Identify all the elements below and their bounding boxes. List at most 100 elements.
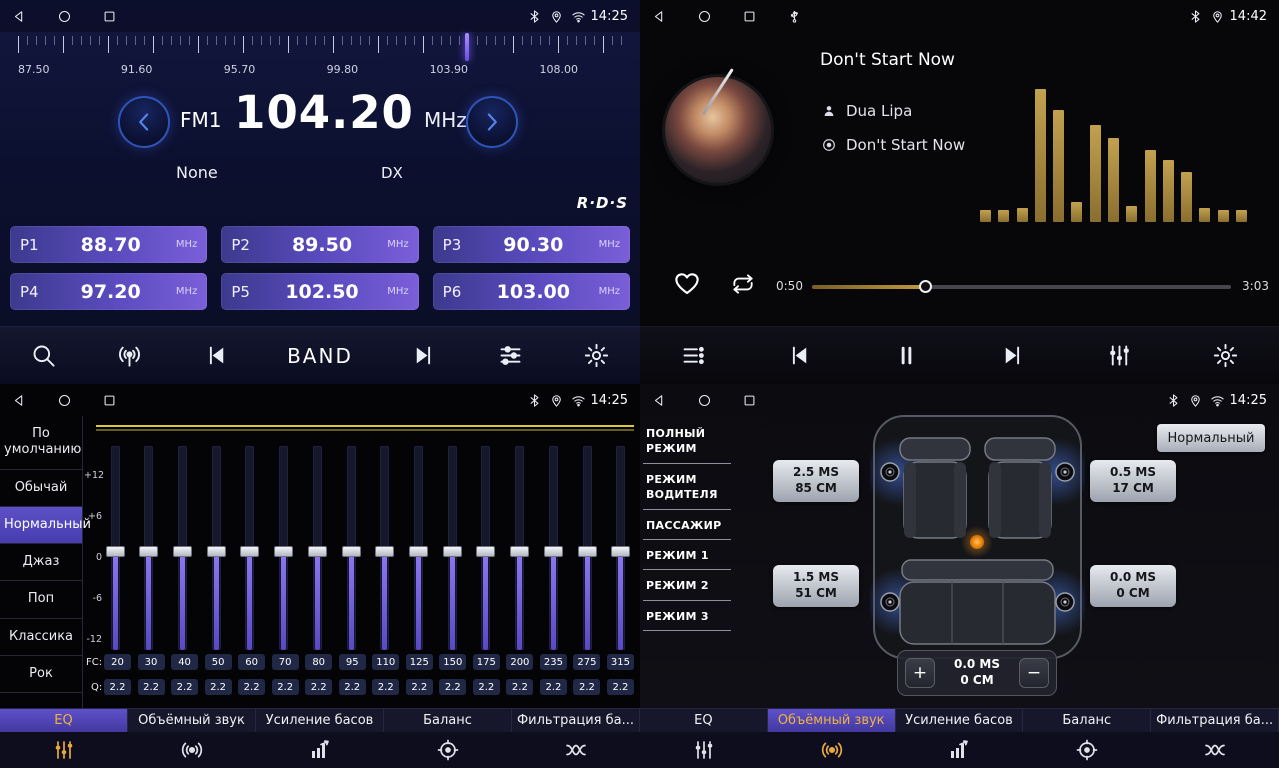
eq-band-slider[interactable] <box>443 446 461 650</box>
rear-left-delay-button[interactable]: 1.5 MS 51 CM <box>773 565 859 607</box>
eq-band-slider[interactable] <box>173 446 191 650</box>
circle-icon[interactable] <box>697 9 712 24</box>
slider-thumb[interactable] <box>240 546 259 557</box>
eq-band-slider[interactable] <box>241 446 259 650</box>
surround-preset-button[interactable]: Нормальный <box>1157 424 1265 452</box>
eq-band-slider[interactable] <box>275 446 293 650</box>
front-left-delay-button[interactable]: 2.5 MS 85 CM <box>773 460 859 502</box>
filter-icon[interactable] <box>1151 738 1279 762</box>
slider-thumb[interactable] <box>443 546 462 557</box>
tab-surround-sound[interactable]: Объёмный звук <box>128 709 256 732</box>
eq-preset-item[interactable]: Рок <box>0 656 82 693</box>
tab-eq[interactable]: EQ <box>0 709 128 732</box>
slider-thumb[interactable] <box>106 546 125 557</box>
slider-thumb[interactable] <box>173 546 192 557</box>
surround-mode-item[interactable]: РЕЖИМ 1 <box>643 540 731 570</box>
circle-icon[interactable] <box>697 393 712 408</box>
eq-band-slider[interactable] <box>308 446 326 650</box>
eq-preset-item[interactable]: Поп <box>0 581 82 618</box>
back-icon[interactable] <box>652 9 667 24</box>
progress-bar[interactable] <box>812 285 1231 289</box>
frequency-indicator[interactable] <box>465 33 469 61</box>
eq-band-slider[interactable] <box>409 446 427 650</box>
speaker-rear-right[interactable] <box>1056 593 1074 611</box>
broadcast-icon[interactable] <box>114 340 146 372</box>
speaker-icon[interactable] <box>768 738 896 762</box>
slider-thumb[interactable] <box>207 546 226 557</box>
square-icon[interactable] <box>102 9 117 24</box>
eq-band-slider[interactable] <box>612 446 630 650</box>
back-icon[interactable] <box>12 9 27 24</box>
slider-thumb[interactable] <box>308 546 327 557</box>
toolbar-band-button[interactable]: BAND <box>287 340 353 372</box>
slider-thumb[interactable] <box>476 546 495 557</box>
tune-up-button[interactable] <box>466 96 518 148</box>
listening-position-marker[interactable] <box>970 535 984 549</box>
circle-icon[interactable] <box>57 9 72 24</box>
circle-icon[interactable] <box>57 393 72 408</box>
eq-band-slider[interactable] <box>140 446 158 650</box>
radio-preset-button[interactable]: P5102.50MHz <box>221 273 418 310</box>
surround-mode-item[interactable]: ПОЛНЫЙ РЕЖИМ <box>643 418 731 464</box>
frequency-scale[interactable] <box>18 36 622 60</box>
eq-band-slider[interactable] <box>376 446 394 650</box>
eq-preset-item[interactable]: Классика <box>0 619 82 656</box>
tab-crossover-filter[interactable]: Фильтрация ба... <box>512 709 640 732</box>
tab-balance[interactable]: Баланс <box>384 709 512 732</box>
slider-thumb[interactable] <box>342 546 361 557</box>
next-icon[interactable] <box>407 340 439 372</box>
surround-mode-item[interactable]: РЕЖИМ 2 <box>643 570 731 600</box>
slider-thumb[interactable] <box>274 546 293 557</box>
bass-icon[interactable] <box>256 738 384 762</box>
radio-preset-button[interactable]: P188.70MHz <box>10 226 207 263</box>
slider-thumb[interactable] <box>375 546 394 557</box>
album-art[interactable] <box>665 77 771 183</box>
eq-preset-item[interactable]: Обычай <box>0 470 82 507</box>
eq-band-slider[interactable] <box>511 446 529 650</box>
eq-band-slider[interactable] <box>106 446 124 650</box>
tune-down-button[interactable] <box>118 96 170 148</box>
speaker-front-right[interactable] <box>1056 463 1074 481</box>
speaker-icon[interactable] <box>128 738 256 762</box>
eqv-icon[interactable] <box>0 738 128 762</box>
speaker-front-left[interactable] <box>881 463 899 481</box>
eq-preset-item[interactable]: По умолчанию <box>0 416 82 470</box>
prev-icon[interactable] <box>200 340 232 372</box>
decrease-delay-button[interactable]: − <box>1019 658 1049 688</box>
slider-thumb[interactable] <box>578 546 597 557</box>
square-icon[interactable] <box>102 393 117 408</box>
increase-delay-button[interactable]: + <box>905 658 935 688</box>
progress-thumb[interactable] <box>919 280 932 293</box>
search-icon[interactable] <box>27 340 59 372</box>
surround-mode-item[interactable]: РЕЖИМ ВОДИТЕЛЯ <box>643 464 731 510</box>
balance-icon[interactable] <box>1023 738 1151 762</box>
balance-icon[interactable] <box>384 738 512 762</box>
eq-preset-item[interactable]: Нормальный <box>0 507 82 544</box>
slider-thumb[interactable] <box>409 546 428 557</box>
prev-icon[interactable] <box>784 340 816 372</box>
back-icon[interactable] <box>652 393 667 408</box>
slider-thumb[interactable] <box>510 546 529 557</box>
front-right-delay-button[interactable]: 0.5 MS 17 CM <box>1090 460 1176 502</box>
mixer-icon[interactable] <box>494 340 526 372</box>
rear-right-delay-button[interactable]: 0.0 MS 0 CM <box>1090 565 1176 607</box>
radio-preset-button[interactable]: P390.30MHz <box>433 226 630 263</box>
next-icon[interactable] <box>997 340 1029 372</box>
playlist-icon[interactable] <box>677 340 709 372</box>
tab-bass-boost[interactable]: Усиление басов <box>896 709 1024 732</box>
square-icon[interactable] <box>742 393 757 408</box>
eq-band-slider[interactable] <box>544 446 562 650</box>
tab-balance[interactable]: Баланс <box>1023 709 1151 732</box>
tab-bass-boost[interactable]: Усиление басов <box>256 709 384 732</box>
eqv-icon[interactable] <box>640 738 768 762</box>
square-icon[interactable] <box>742 9 757 24</box>
back-icon[interactable] <box>12 393 27 408</box>
eq-band-slider[interactable] <box>578 446 596 650</box>
eq-band-slider[interactable] <box>207 446 225 650</box>
surround-mode-item[interactable]: ПАССАЖИР <box>643 510 731 540</box>
eq-preset-item[interactable]: Джаз <box>0 544 82 581</box>
usb-icon[interactable] <box>787 9 802 24</box>
eqv-icon[interactable] <box>1103 340 1135 372</box>
radio-preset-button[interactable]: P497.20MHz <box>10 273 207 310</box>
eq-band-slider[interactable] <box>342 446 360 650</box>
